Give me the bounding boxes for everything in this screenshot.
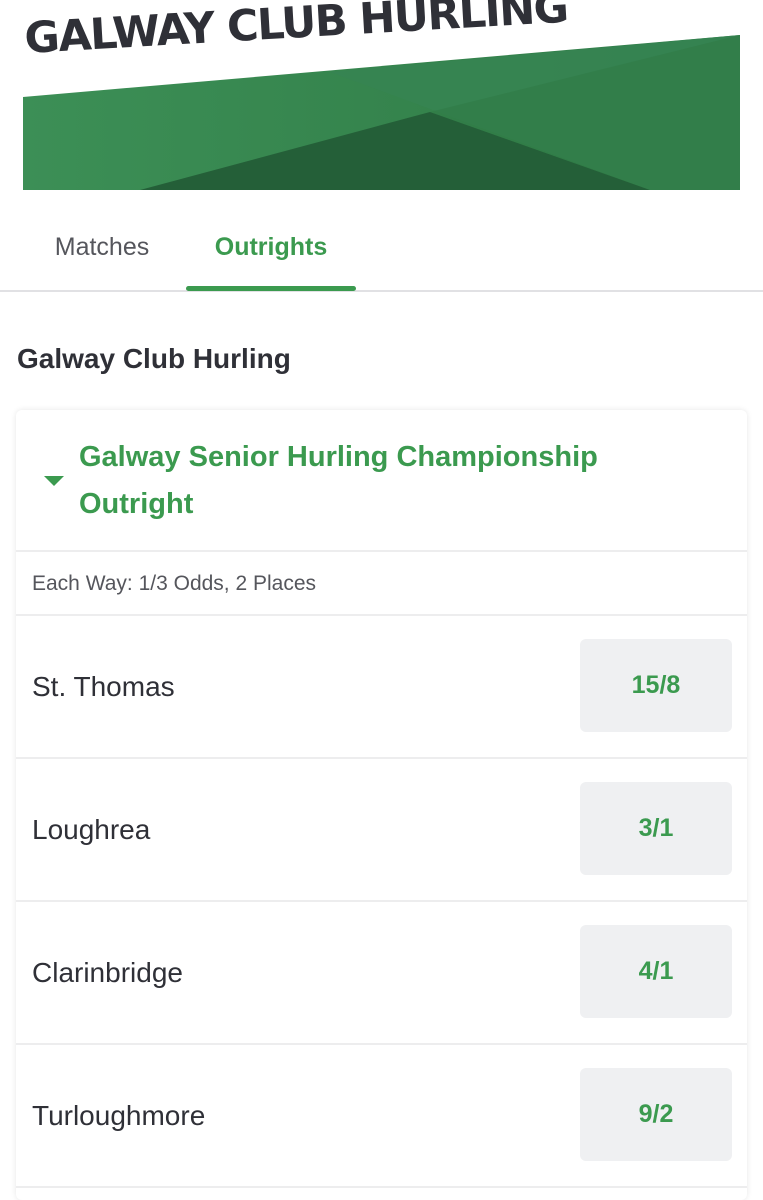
market-title: Galway Senior Hurling Championship Outri… <box>79 441 598 520</box>
tab-matches[interactable]: Matches <box>18 200 186 290</box>
selection-name: Turloughmore <box>32 1100 206 1131</box>
competition-banner: GALWAY CLUB HURLING <box>0 0 763 200</box>
section-title: Galway Club Hurling <box>17 343 291 374</box>
each-way-terms: Each Way: 1/3 Odds, 2 Places <box>16 552 747 616</box>
odds-button[interactable]: 15/8 <box>580 639 732 732</box>
selection-name: St. Thomas <box>32 671 175 702</box>
active-tab-indicator <box>186 286 356 291</box>
selection-row: St. Thomas 15/8 <box>16 616 747 759</box>
selection-row: Clarinbridge 4/1 <box>16 902 747 1045</box>
selection-row: Loughrea 3/1 <box>16 759 747 902</box>
selection-name: Loughrea <box>32 814 151 845</box>
market-header[interactable]: Galway Senior Hurling Championship Outri… <box>16 410 747 552</box>
selection-row: Turloughmore 9/2 <box>16 1045 747 1188</box>
selection-name: Clarinbridge <box>32 957 183 988</box>
tab-bar: Matches Outrights <box>0 200 763 292</box>
odds-button[interactable]: 4/1 <box>580 925 732 1018</box>
odds-button[interactable]: 3/1 <box>580 782 732 875</box>
caret-down-icon <box>44 476 64 486</box>
tab-outrights[interactable]: Outrights <box>186 200 356 290</box>
odds-button[interactable]: 9/2 <box>580 1068 732 1161</box>
market-card: Galway Senior Hurling Championship Outri… <box>16 410 747 1200</box>
